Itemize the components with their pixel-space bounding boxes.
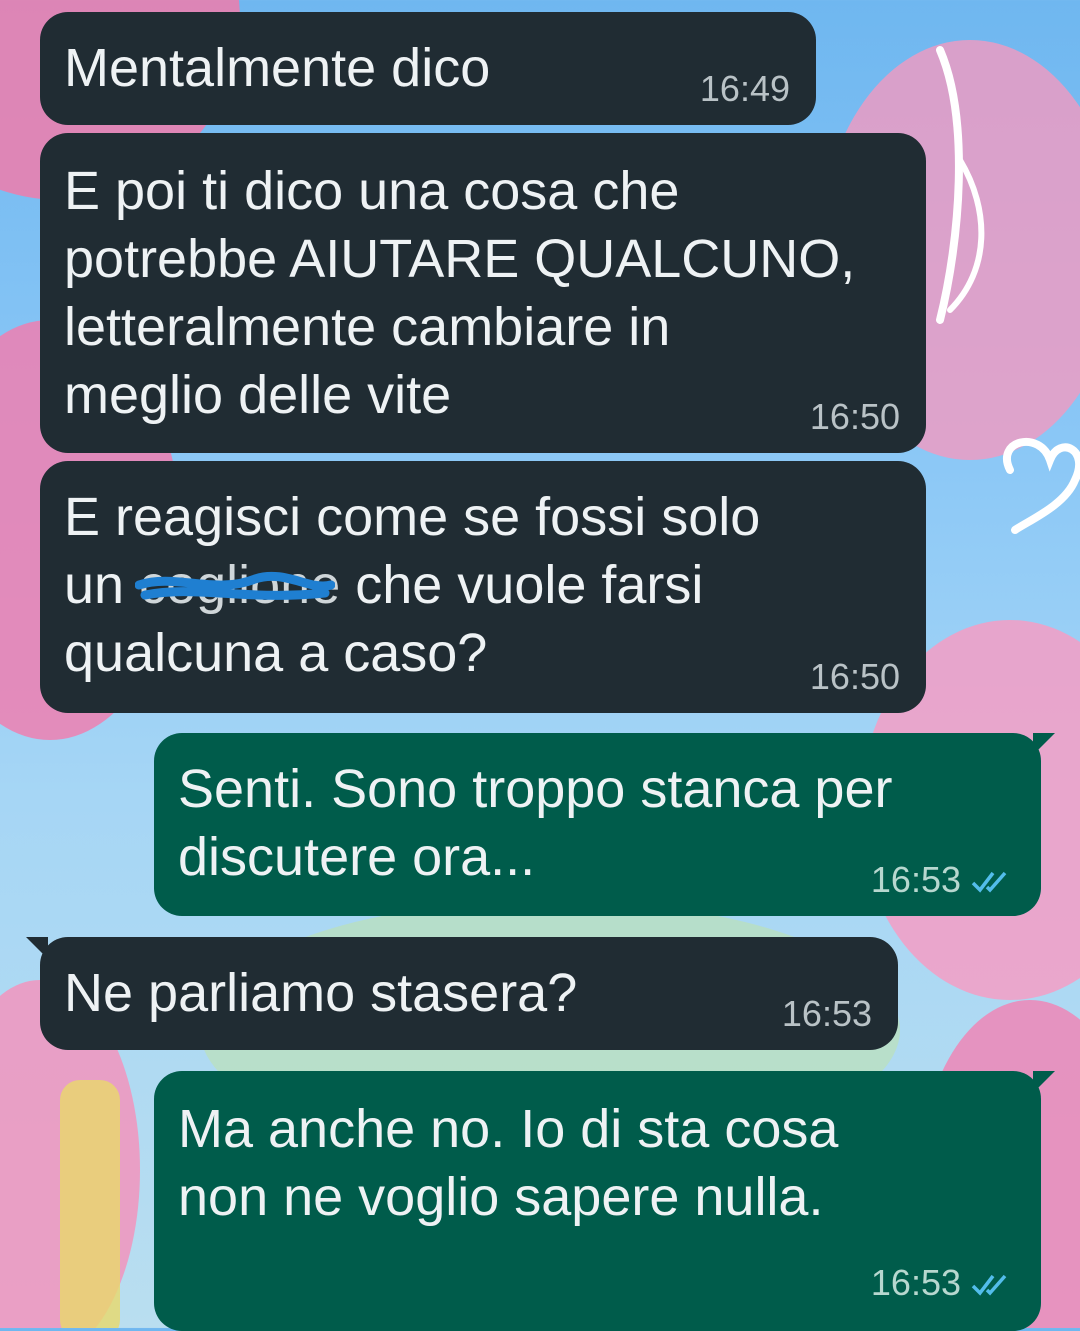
message-bubble-incoming[interactable]: E reagisci come se fossi solo un coglion… bbox=[40, 461, 926, 713]
message-bubble-incoming[interactable]: Ne parliamo stasera? 16:53 bbox=[26, 937, 898, 1050]
text-fragment: che vuole farsi bbox=[340, 555, 704, 615]
message-bubble-incoming[interactable]: Mentalmente dico 16:49 bbox=[40, 12, 816, 125]
message-text-line: E reagisci come se fossi solo bbox=[64, 487, 761, 547]
message-meta: 16:53 bbox=[871, 860, 1015, 900]
message-time: 16:53 bbox=[870, 859, 961, 900]
bubble-tail bbox=[26, 937, 48, 959]
message-text-line: non ne voglio sapere nulla. bbox=[178, 1167, 824, 1227]
message-text-line: un coglione che vuole farsi bbox=[64, 551, 900, 619]
bubble-tail bbox=[1033, 733, 1055, 755]
text-fragment: un bbox=[64, 555, 140, 615]
message-time: 16:50 bbox=[809, 396, 900, 437]
message-bubble-incoming[interactable]: E poi ti dico una cosa che potrebbe AIUT… bbox=[40, 133, 926, 453]
message-text-line: Senti. Sono troppo stanca per bbox=[178, 759, 893, 819]
message-text-line: qualcuna a caso? bbox=[64, 623, 488, 683]
message-time: 16:53 bbox=[781, 993, 872, 1034]
message-time: 16:53 bbox=[870, 1262, 961, 1303]
scribble-redaction-icon bbox=[135, 571, 336, 600]
message-text: Mentalmente dico bbox=[64, 38, 491, 98]
redacted-word: coglione bbox=[135, 551, 340, 619]
doodle-heart-icon bbox=[936, 46, 1080, 534]
message-text-line: meglio delle vite bbox=[64, 365, 452, 425]
message-text-line: letteralmente cambiare in bbox=[64, 297, 671, 357]
message-bubble-outgoing[interactable]: Ma anche no. Io di sta cosa non ne vogli… bbox=[154, 1071, 1055, 1331]
double-check-read-icon bbox=[971, 1274, 1007, 1296]
message-text-line: Ma anche no. Io di sta cosa bbox=[178, 1099, 839, 1159]
message-text-line: potrebbe AIUTARE QUALCUNO, bbox=[64, 229, 856, 289]
message-bubble-outgoing[interactable]: Senti. Sono troppo stanca per discutere … bbox=[154, 733, 1055, 916]
message-text: Ne parliamo stasera? bbox=[64, 963, 578, 1023]
message-time: 16:50 bbox=[809, 656, 900, 697]
double-check-read-icon bbox=[971, 871, 1007, 893]
message-text-line: E poi ti dico una cosa che bbox=[64, 161, 680, 221]
bubble-tail bbox=[1033, 1071, 1055, 1093]
message-meta: 16:53 bbox=[871, 1263, 1015, 1303]
message-time: 16:49 bbox=[699, 68, 790, 109]
